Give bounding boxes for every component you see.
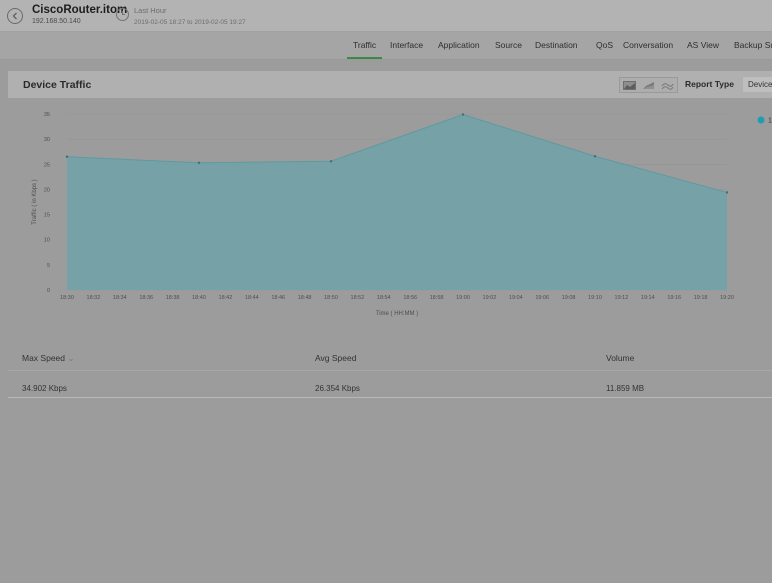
- top-bar: CiscoRouter.itom 192.168.50.140 Last Hou…: [0, 0, 772, 32]
- x-tick-label: 18:54: [377, 295, 391, 301]
- x-tick-label: 18:56: [403, 295, 417, 301]
- panel-header: Device Traffic Report Type Device: [8, 71, 772, 98]
- tab-traffic[interactable]: Traffic: [346, 40, 383, 59]
- y-tick-label: 25: [44, 162, 50, 168]
- x-tick-label: 19:20: [720, 295, 734, 301]
- x-tick-label: 19:14: [641, 295, 655, 301]
- data-point: [725, 191, 729, 194]
- x-tick-label: 18:30: [60, 295, 74, 301]
- panel-title: Device Traffic: [23, 79, 92, 91]
- tab-interface[interactable]: Interface: [390, 40, 423, 50]
- tab-source[interactable]: Source: [495, 40, 522, 50]
- column-header-label: Max Speed: [22, 353, 65, 363]
- x-tick-label: 18:52: [351, 295, 365, 301]
- line-chart-icon[interactable]: [661, 81, 674, 90]
- column-header-volume[interactable]: Volume: [606, 353, 634, 363]
- x-tick-label: 19:18: [694, 295, 708, 301]
- x-tick-label: 18:44: [245, 295, 259, 301]
- chevron-left-icon: [12, 12, 17, 20]
- y-tick-label: 20: [44, 187, 50, 193]
- x-tick-label: 19:02: [483, 295, 497, 301]
- data-point: [65, 155, 69, 158]
- stacked-area-icon[interactable]: [642, 81, 655, 90]
- device-name: CiscoRouter.itom: [32, 4, 128, 16]
- tab-application[interactable]: Application: [438, 40, 480, 50]
- time-period-range: 2019-02-05 18:27 to 2019-02-05 19:27: [134, 19, 246, 26]
- tab-conversation[interactable]: Conversation: [623, 40, 673, 50]
- legend-label: 1: [768, 118, 772, 125]
- x-tick-label: 18:38: [166, 295, 180, 301]
- tab-destination[interactable]: Destination: [535, 40, 578, 50]
- sort-desc-icon: ⌄: [67, 353, 75, 363]
- traffic-chart: 0 5 10 15 20 25 30 35 18:30 18:32 18:34 18:36 18:38 1…: [32, 112, 772, 317]
- x-tick-label: 19:04: [509, 295, 523, 301]
- back-button[interactable]: [7, 8, 23, 24]
- x-tick-label: 18:32: [87, 295, 101, 301]
- column-header-max-speed[interactable]: Max Speed ⌄: [22, 353, 75, 364]
- tab-qos[interactable]: QoS: [596, 40, 613, 50]
- device-ip: 192.168.50.140: [32, 18, 81, 25]
- legend-marker: [757, 116, 765, 124]
- data-point: [197, 161, 201, 164]
- y-tick-label: 5: [47, 263, 50, 269]
- x-tick-label: 18:50: [324, 295, 338, 301]
- y-axis-label: Traffic ( in Kbps ): [32, 179, 38, 224]
- x-tick-label: 19:08: [562, 295, 576, 301]
- x-tick-label: 19:10: [588, 295, 602, 301]
- x-tick-label: 18:34: [113, 295, 127, 301]
- clock-icon[interactable]: [116, 8, 129, 21]
- data-point: [329, 160, 333, 163]
- x-tick-label: 18:46: [271, 295, 285, 301]
- data-point: [461, 113, 465, 116]
- tab-backup[interactable]: Backup Su: [734, 40, 772, 50]
- tab-as-view[interactable]: AS View: [687, 40, 719, 50]
- x-tick-label: 18:40: [192, 295, 206, 301]
- x-tick-label: 18:58: [430, 295, 444, 301]
- time-period-selector[interactable]: Last Hour: [134, 6, 167, 15]
- y-tick-label: 0: [47, 288, 50, 294]
- y-tick-label: 15: [44, 213, 50, 219]
- series-area: [67, 114, 727, 290]
- x-tick-label: 19:16: [667, 295, 681, 301]
- column-header-avg-speed[interactable]: Avg Speed: [315, 353, 356, 363]
- y-tick-label: 30: [44, 137, 50, 143]
- data-point: [593, 155, 597, 158]
- x-tick-label: 19:00: [456, 295, 470, 301]
- y-tick-label: 10: [44, 238, 50, 244]
- row-divider: [8, 397, 772, 398]
- x-tick-label: 19:06: [535, 295, 549, 301]
- x-tick-label: 18:48: [298, 295, 312, 301]
- cell-volume: 11.859 MB: [606, 384, 645, 393]
- tab-bar: Traffic Interface Application Source Des…: [0, 32, 772, 60]
- header-divider: [8, 370, 772, 371]
- x-tick-label: 19:12: [615, 295, 629, 301]
- x-tick-label: 18:42: [219, 295, 233, 301]
- cell-avg-speed: 26.354 Kbps: [315, 384, 360, 393]
- x-tick-label: 18:36: [139, 295, 153, 301]
- report-type-dropdown[interactable]: Device: [743, 77, 772, 92]
- y-tick-label: 35: [44, 112, 50, 118]
- chart-type-switcher: [619, 77, 678, 93]
- report-type-label: Report Type: [685, 79, 734, 89]
- area-chart-icon[interactable]: [623, 80, 636, 90]
- cell-max-speed: 34.902 Kbps: [22, 384, 67, 393]
- x-axis-label: Time ( HH:MM ): [376, 311, 418, 317]
